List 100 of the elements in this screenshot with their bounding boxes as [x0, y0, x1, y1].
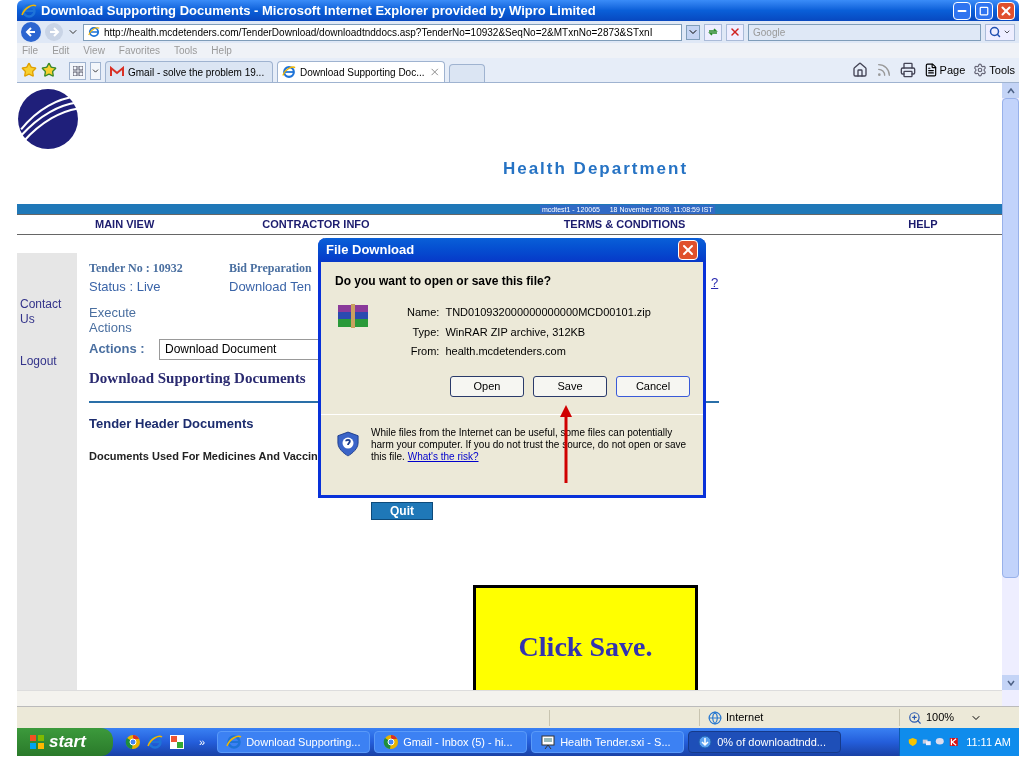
- back-button[interactable]: [21, 22, 41, 42]
- print-icon[interactable]: [899, 61, 916, 78]
- browser-tab[interactable]: Gmail - solve the problem 19...: [105, 61, 273, 82]
- task-label: 0% of downloadtndd...: [717, 734, 826, 750]
- back-arrow-icon: [25, 26, 37, 38]
- refresh-icon: [707, 26, 719, 38]
- feeds-icon[interactable]: [875, 61, 892, 78]
- field-label: From:: [409, 344, 440, 359]
- browser-icon: [147, 734, 163, 750]
- task-label: Download Supporting...: [246, 734, 361, 750]
- nav-link[interactable]: CONTRACTOR INFO: [262, 216, 370, 233]
- dropdown-icon: [91, 66, 100, 76]
- mail-icon: [110, 66, 124, 78]
- dialog-button[interactable]: Open: [450, 375, 524, 397]
- dialog-button[interactable]: Save: [533, 375, 607, 397]
- risk-link[interactable]: What's the risk?: [407, 450, 479, 462]
- scroll-up-button[interactable]: [1002, 83, 1019, 98]
- tab-label: Download Supporting Doc...: [300, 65, 425, 80]
- zoom-level[interactable]: 100%: [926, 709, 955, 726]
- sidebar-link[interactable]: Contact Us: [20, 297, 60, 327]
- browser-icon: [21, 2, 37, 19]
- taskbar-button[interactable]: Gmail - Inbox (5) - hi...: [374, 731, 528, 753]
- quick-tabs-icon: [72, 66, 83, 76]
- task-label: Gmail - Inbox (5) - hi...: [403, 734, 513, 750]
- home-icon[interactable]: [851, 61, 868, 78]
- security-shield-icon: [337, 430, 359, 457]
- scroll-down-button[interactable]: [1002, 675, 1019, 690]
- dropdown-icon: [1003, 28, 1011, 36]
- browser-icon: [226, 734, 243, 750]
- task-label: Health Tender.sxi - S...: [560, 734, 671, 750]
- url-text: http://health.mcdetenders.com/TenderDownload/downloadtnddocs.asp?TenderNo=10932&SeqNo=2&MTxnNo=2873&STxnI: [104, 25, 653, 40]
- nav-link[interactable]: MAIN VIEW: [95, 216, 155, 233]
- document-title: Documents Used For Medicines And Vaccin: [89, 448, 318, 464]
- minimize-button[interactable]: [953, 1, 971, 20]
- scroll-thumb[interactable]: [1002, 98, 1019, 578]
- forward-arrow-icon: [48, 26, 60, 38]
- close-button[interactable]: [997, 1, 1015, 20]
- start-button[interactable]: start: [17, 728, 113, 756]
- field-value: health.mcdetenders.com: [445, 344, 567, 359]
- search-button[interactable]: [985, 23, 1015, 41]
- nav-link[interactable]: HELP: [908, 216, 938, 233]
- tab-label: Gmail - solve the problem 19...: [128, 65, 266, 80]
- sidebar-link[interactable]: Logout: [20, 354, 60, 369]
- browser-tab[interactable]: Download Supporting Doc...: [277, 61, 445, 82]
- taskbar-button[interactable]: Download Supporting...: [217, 731, 371, 753]
- close-tab-icon[interactable]: [428, 66, 440, 78]
- zoom-icon: [908, 710, 922, 725]
- address-field[interactable]: http://health.mcdetenders.com/TenderDownload/downloadtnddocs.asp?TenderNo=10932&SeqNo=2&MTxnNo=2873&STxnI: [83, 23, 682, 41]
- clock: 11:11 AM: [966, 734, 1011, 750]
- window-title: Download Supporting Documents - Microsoft Internet Explorer provided by Wipro Limited: [41, 1, 597, 20]
- presentation-icon: [540, 734, 557, 750]
- more-button[interactable]: »: [199, 733, 206, 751]
- help-link[interactable]: ?: [711, 273, 719, 293]
- dialog-button[interactable]: Cancel: [616, 375, 690, 397]
- refresh-button[interactable]: [704, 23, 722, 41]
- command-menu[interactable]: Tools: [989, 61, 1015, 78]
- photo-app-icon[interactable]: [169, 734, 185, 750]
- page-icon: [88, 26, 100, 38]
- dialog-title: File Download: [326, 241, 416, 260]
- page-icon: [282, 65, 296, 79]
- add-favorite-icon[interactable]: [41, 62, 57, 78]
- page-heading: Download Supporting Documents: [89, 368, 306, 388]
- tender-number: Tender No : 10932: [89, 260, 184, 277]
- field-label: Name:: [407, 305, 440, 320]
- restore-button[interactable]: [975, 1, 993, 20]
- command-menu[interactable]: Page: [939, 61, 966, 78]
- archive-icon: [337, 304, 369, 328]
- dialog-question: Do you want to open or save this file?: [335, 273, 553, 290]
- close-icon: [680, 242, 696, 258]
- vertical-scrollbar[interactable]: [1002, 83, 1019, 706]
- quick-tabs-button[interactable]: [69, 62, 86, 80]
- download-icon: [697, 734, 714, 750]
- security-zone: Internet: [726, 710, 764, 726]
- chrome-icon: [125, 734, 141, 750]
- field-label: Type:: [411, 324, 440, 340]
- callout-text: Click Save.: [518, 630, 653, 664]
- stop-button[interactable]: [726, 23, 744, 41]
- windows-flag-icon: [29, 734, 45, 750]
- tab-list-button[interactable]: [90, 62, 101, 80]
- page-menu-icon: [923, 62, 938, 77]
- site-title: Health Department: [502, 158, 689, 180]
- antivirus-icon: [948, 736, 959, 748]
- restore-icon: [979, 5, 989, 16]
- chrome-icon: [383, 734, 400, 750]
- search-field[interactable]: Google: [748, 23, 981, 41]
- dialog-close-button[interactable]: [678, 240, 698, 260]
- nav-link[interactable]: TERMS & CONDITIONS: [563, 216, 686, 233]
- tender-status: Status : Live: [89, 278, 162, 296]
- execute-actions-label: Execute Actions: [89, 304, 137, 335]
- horizontal-scrollbar[interactable]: [17, 690, 1002, 706]
- favorites-star-icon[interactable]: [21, 62, 37, 78]
- search-icon: [989, 26, 1001, 38]
- taskbar-button[interactable]: Health Tender.sxi - S...: [531, 731, 685, 753]
- close-icon: [999, 3, 1013, 18]
- bid-preparation-label: Bid Preparation: [229, 260, 312, 277]
- address-dropdown-button[interactable]: [686, 24, 700, 40]
- taskbar-button[interactable]: 0% of downloadtndd...: [688, 731, 842, 753]
- download-tender-link[interactable]: Download Ten: [229, 277, 312, 297]
- field-value: WinRAR ZIP archive, 312KB: [445, 324, 587, 340]
- quit-button[interactable]: Quit: [371, 502, 433, 520]
